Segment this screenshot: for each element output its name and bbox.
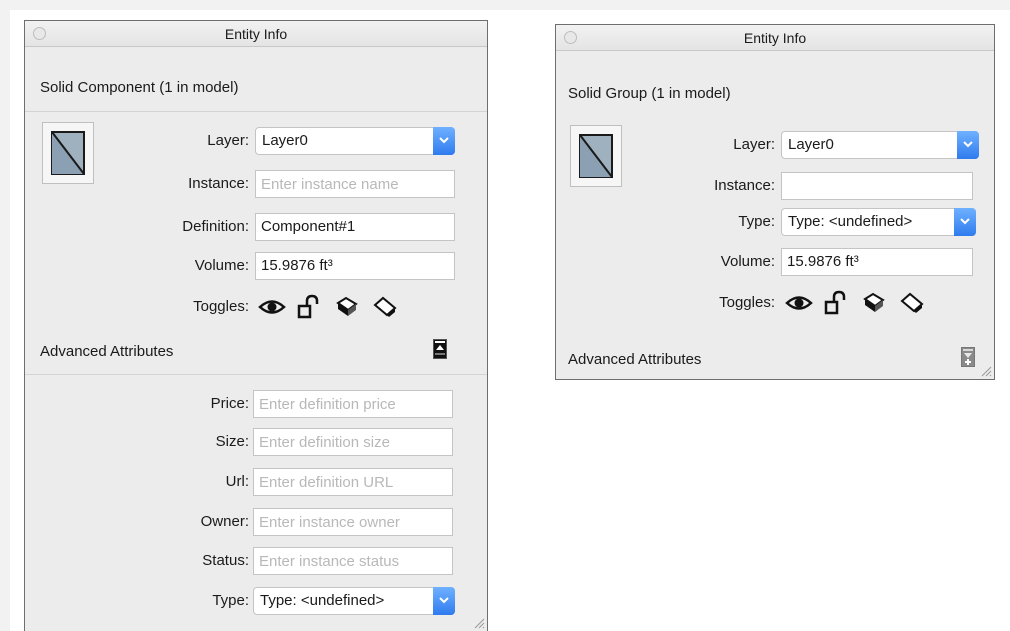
eye-icon[interactable] <box>257 293 287 321</box>
dropdown-arrow-icon[interactable] <box>433 127 455 155</box>
toggles-label: Toggles: <box>193 298 249 315</box>
unlock-icon[interactable] <box>821 289 851 317</box>
instance-label: Instance: <box>714 177 775 194</box>
window-title: Entity Info <box>224 26 288 42</box>
owner-input[interactable] <box>253 508 453 536</box>
close-button[interactable] <box>564 31 577 44</box>
collapse-arrow-icon[interactable] <box>433 339 447 359</box>
price-label: Price: <box>210 395 249 412</box>
url-label: Url: <box>225 473 249 490</box>
background-strip-top <box>0 0 1010 10</box>
cast-shadows-icon[interactable] <box>370 293 400 321</box>
window-titlebar[interactable]: Entity Info <box>25 21 487 47</box>
layer-select[interactable]: Layer0 <box>781 131 979 159</box>
volume-value: 15.9876 ft³ <box>255 252 455 280</box>
expand-arrow-icon[interactable] <box>961 347 975 367</box>
status-input[interactable] <box>253 547 453 575</box>
group-icon <box>579 134 613 178</box>
status-label: Status: <box>202 552 249 569</box>
volume-label: Volume: <box>194 257 249 274</box>
component-thumbnail <box>42 122 94 184</box>
dropdown-arrow-icon[interactable] <box>433 587 455 615</box>
dropdown-arrow-icon[interactable] <box>957 131 979 159</box>
instance-label: Instance: <box>188 175 249 192</box>
url-input[interactable] <box>253 468 453 496</box>
receive-shadows-icon[interactable] <box>859 289 889 317</box>
volume-label: Volume: <box>720 253 775 270</box>
volume-value: 15.9876 ft³ <box>781 248 973 276</box>
size-input[interactable] <box>253 428 453 456</box>
eye-icon[interactable] <box>784 289 814 317</box>
close-button[interactable] <box>33 27 46 40</box>
window-title: Entity Info <box>743 30 807 46</box>
type-select-value: Type: <undefined> <box>788 213 913 230</box>
cast-shadows-icon[interactable] <box>897 289 927 317</box>
resize-grip-icon[interactable] <box>473 617 485 629</box>
divider <box>25 111 487 112</box>
window-titlebar[interactable]: Entity Info <box>556 25 994 51</box>
type-select-value: Type: <undefined> <box>260 592 385 609</box>
definition-input[interactable]: Component#1 <box>255 213 455 241</box>
component-icon <box>51 131 85 175</box>
entity-title: Solid Group (1 in model) <box>568 85 731 102</box>
entity-title: Solid Component (1 in model) <box>40 79 239 96</box>
entity-info-panel-component: Entity Info Solid Component (1 in model)… <box>24 20 488 631</box>
type-label: Type: <box>212 592 249 609</box>
layer-select[interactable]: Layer0 <box>255 127 455 155</box>
toggles-label: Toggles: <box>719 294 775 311</box>
advanced-attributes-label: Advanced Attributes <box>40 343 174 360</box>
receive-shadows-icon[interactable] <box>332 293 362 321</box>
resize-grip-icon[interactable] <box>980 365 992 377</box>
price-input[interactable] <box>253 390 453 418</box>
instance-input[interactable] <box>781 172 973 200</box>
layer-select-value: Layer0 <box>262 132 308 149</box>
type-label: Type: <box>738 213 775 230</box>
group-thumbnail <box>570 125 622 187</box>
size-label: Size: <box>215 433 249 450</box>
owner-label: Owner: <box>200 513 249 530</box>
advanced-attributes-label: Advanced Attributes <box>568 351 702 368</box>
layer-label: Layer: <box>207 132 249 149</box>
type-select[interactable]: Type: <undefined> <box>781 208 976 236</box>
background-strip-left <box>0 0 10 631</box>
layer-select-value: Layer0 <box>788 136 834 153</box>
layer-label: Layer: <box>733 136 775 153</box>
divider <box>25 374 487 375</box>
instance-input[interactable] <box>255 170 455 198</box>
entity-info-panel-group: Entity Info Solid Group (1 in model) Lay… <box>555 24 995 380</box>
definition-label: Definition: <box>182 218 249 235</box>
dropdown-arrow-icon[interactable] <box>954 208 976 236</box>
type-select[interactable]: Type: <undefined> <box>253 587 455 615</box>
unlock-icon[interactable] <box>294 293 324 321</box>
